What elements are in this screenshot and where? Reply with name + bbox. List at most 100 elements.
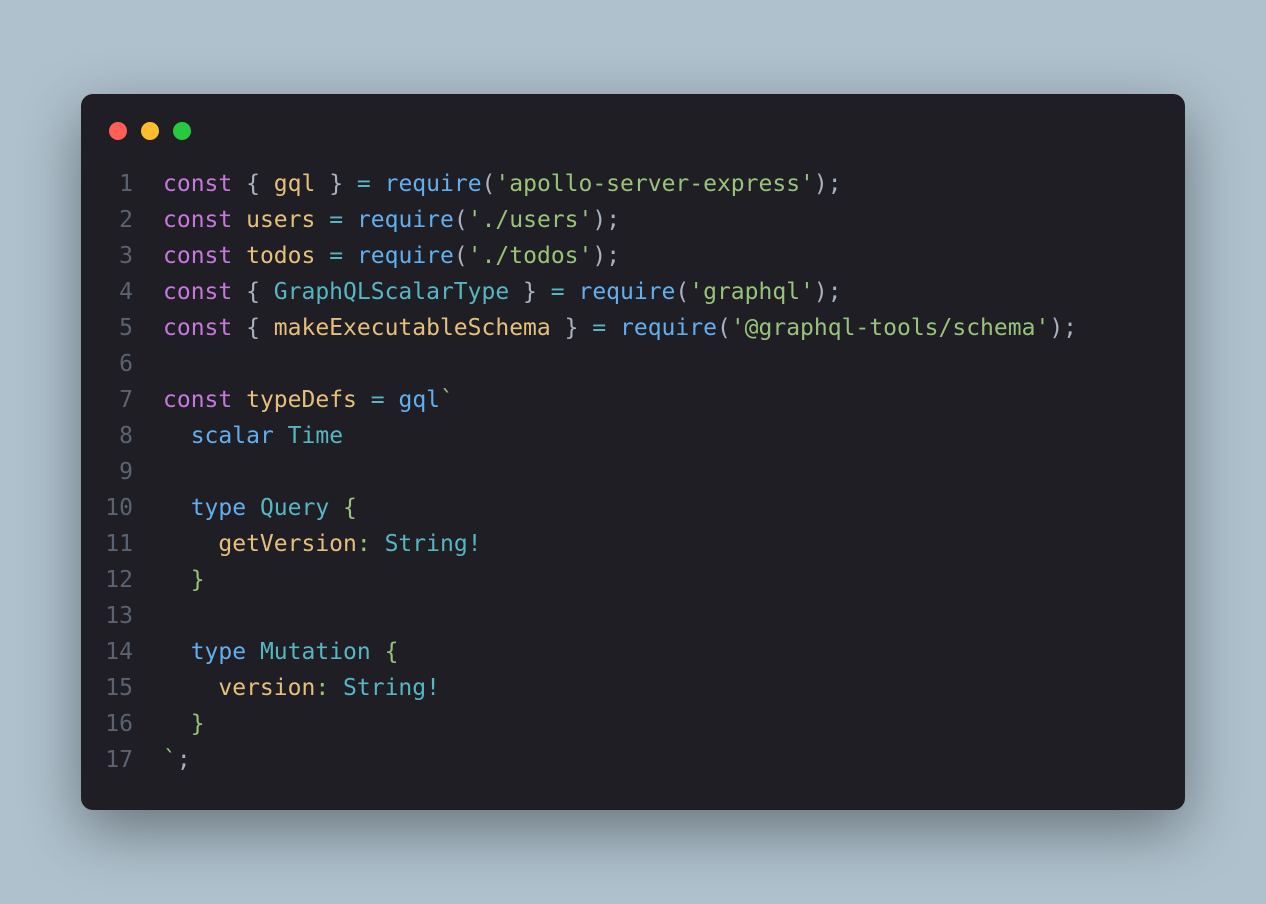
token-kw: const: [163, 315, 232, 341]
minimize-icon[interactable]: [141, 122, 159, 140]
token-tmpl: `: [440, 387, 454, 413]
token-tmpl: `: [163, 747, 177, 773]
token-punct: [371, 171, 385, 197]
token-punct: (: [675, 279, 689, 305]
token-str: 'graphql': [689, 279, 814, 305]
token-punct: [232, 243, 246, 269]
code-line: 4const { GraphQLScalarType } = require('…: [81, 274, 1185, 310]
code-line: 3const todos = require('./todos');: [81, 238, 1185, 274]
line-number: 15: [81, 670, 163, 706]
code-content: type Query {: [163, 490, 357, 526]
line-number: 13: [81, 598, 163, 634]
token-punct: );: [814, 171, 842, 197]
token-punct: [315, 207, 329, 233]
code-line: 8 scalar Time: [81, 418, 1185, 454]
code-editor[interactable]: 1const { gql } = require('apollo-server-…: [81, 166, 1185, 778]
token-ident: Mutation: [260, 639, 371, 665]
close-icon[interactable]: [109, 122, 127, 140]
token-fn: require: [357, 243, 454, 269]
code-line: 14 type Mutation {: [81, 634, 1185, 670]
token-punct: (: [454, 243, 468, 269]
token-op: =: [357, 171, 371, 197]
token-op: =: [592, 315, 606, 341]
token-punct: );: [592, 243, 620, 269]
code-content: }: [163, 706, 205, 742]
line-number: 16: [81, 706, 163, 742]
token-punct: }: [551, 315, 593, 341]
token-punct: [315, 243, 329, 269]
code-content: const { makeExecutableSchema } = require…: [163, 310, 1077, 346]
code-line: 11 getVersion: String!: [81, 526, 1185, 562]
line-number: 2: [81, 202, 163, 238]
token-tmpl: [163, 639, 191, 665]
token-punct: [385, 387, 399, 413]
token-punct: {: [232, 279, 274, 305]
token-tmpl: [163, 495, 191, 521]
token-punct: [606, 315, 620, 341]
code-line: 13: [81, 598, 1185, 634]
code-content: const todos = require('./todos');: [163, 238, 620, 274]
line-number: 17: [81, 742, 163, 778]
token-str: 'apollo-server-express': [495, 171, 814, 197]
token-tmpl: {: [329, 495, 357, 521]
token-kw: const: [163, 243, 232, 269]
code-line: 5const { makeExecutableSchema } = requir…: [81, 310, 1185, 346]
token-tmpl: }: [163, 567, 205, 593]
token-typekw: type: [191, 639, 246, 665]
token-punct: ;: [177, 747, 191, 773]
code-line: 17`;: [81, 742, 1185, 778]
token-punct: [343, 207, 357, 233]
token-op: =: [329, 207, 343, 233]
code-line: 12 }: [81, 562, 1185, 598]
token-def: version: [218, 675, 315, 701]
token-ident: String: [343, 675, 426, 701]
token-fn: gql: [398, 387, 440, 413]
token-punct: (: [482, 171, 496, 197]
code-content: }: [163, 562, 205, 598]
token-tmpl: [163, 531, 218, 557]
token-punct: }: [315, 171, 357, 197]
line-number: 5: [81, 310, 163, 346]
line-number: 9: [81, 454, 163, 490]
token-typekw: type: [191, 495, 246, 521]
token-def: gql: [274, 171, 316, 197]
line-number: 11: [81, 526, 163, 562]
token-punct: [357, 387, 371, 413]
token-def: makeExecutableSchema: [274, 315, 551, 341]
line-number: 4: [81, 274, 163, 310]
token-op: !: [468, 531, 482, 557]
line-number: 12: [81, 562, 163, 598]
line-number: 8: [81, 418, 163, 454]
code-content: const { GraphQLScalarType } = require('g…: [163, 274, 842, 310]
maximize-icon[interactable]: [173, 122, 191, 140]
token-punct: (: [454, 207, 468, 233]
token-op: !: [426, 675, 440, 701]
token-tmpl: [246, 639, 260, 665]
code-window: 1const { gql } = require('apollo-server-…: [81, 94, 1185, 810]
token-ident: GraphQLScalarType: [274, 279, 509, 305]
token-punct: );: [814, 279, 842, 305]
token-punct: [232, 207, 246, 233]
code-line: 1const { gql } = require('apollo-server-…: [81, 166, 1185, 202]
token-op: =: [329, 243, 343, 269]
token-punct: [565, 279, 579, 305]
token-kw: const: [163, 171, 232, 197]
token-punct: );: [1049, 315, 1077, 341]
token-punct: }: [509, 279, 551, 305]
token-kw: const: [163, 279, 232, 305]
code-content: const typeDefs = gql`: [163, 382, 454, 418]
token-tmpl: :: [357, 531, 385, 557]
token-fn: require: [385, 171, 482, 197]
token-def: getVersion: [218, 531, 356, 557]
token-tmpl: }: [163, 711, 205, 737]
window-titlebar: [81, 122, 1185, 166]
token-ident: Time: [288, 423, 343, 449]
token-punct: {: [232, 315, 274, 341]
token-tmpl: [274, 423, 288, 449]
code-content: type Mutation {: [163, 634, 398, 670]
token-tmpl: [246, 495, 260, 521]
code-line: 2const users = require('./users');: [81, 202, 1185, 238]
code-line: 6: [81, 346, 1185, 382]
code-line: 9: [81, 454, 1185, 490]
code-content: `;: [163, 742, 191, 778]
